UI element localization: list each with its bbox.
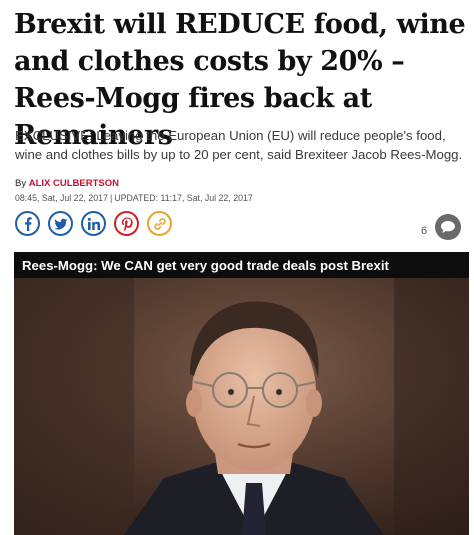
article-dates: 08:45, Sat, Jul 22, 2017 | UPDATED: 11:17,… <box>15 193 253 203</box>
twitter-share-button[interactable] <box>48 211 73 236</box>
comments-widget[interactable]: 6 <box>421 214 462 240</box>
twitter-icon <box>53 218 67 229</box>
comment-count[interactable]: 6 <box>421 225 427 237</box>
facebook-share-button[interactable] <box>15 211 40 236</box>
linkedin-share-button[interactable] <box>81 211 106 236</box>
facebook-icon <box>24 216 32 231</box>
media-caption: Rees-Mogg: We CAN get very good trade de… <box>22 257 389 273</box>
byline: By ALIX CULBERTSON <box>15 178 119 189</box>
pinterest-share-button[interactable] <box>114 211 139 236</box>
author-link[interactable]: ALIX CULBERTSON <box>29 178 119 189</box>
updated-date: UPDATED: 11:17, Sat, Jul 22, 2017 <box>114 193 253 203</box>
copy-link-button[interactable] <box>147 211 172 236</box>
byline-prefix: By <box>15 178 27 189</box>
date-separator: | <box>109 193 113 203</box>
pinterest-icon <box>121 217 133 231</box>
linkedin-icon <box>87 217 100 230</box>
published-date: 08:45, Sat, Jul 22, 2017 <box>15 193 108 203</box>
article-photo <box>14 278 469 535</box>
article-media[interactable]: Rees-Mogg: We CAN get very good trade de… <box>14 252 469 535</box>
share-bar <box>15 211 172 236</box>
media-caption-bar: Rees-Mogg: We CAN get very good trade de… <box>14 252 469 278</box>
comment-bubble-icon[interactable] <box>435 214 462 240</box>
link-icon <box>153 217 166 230</box>
article-standfirst: EXCLUSIVE: Leaving the European Union (E… <box>15 128 463 162</box>
